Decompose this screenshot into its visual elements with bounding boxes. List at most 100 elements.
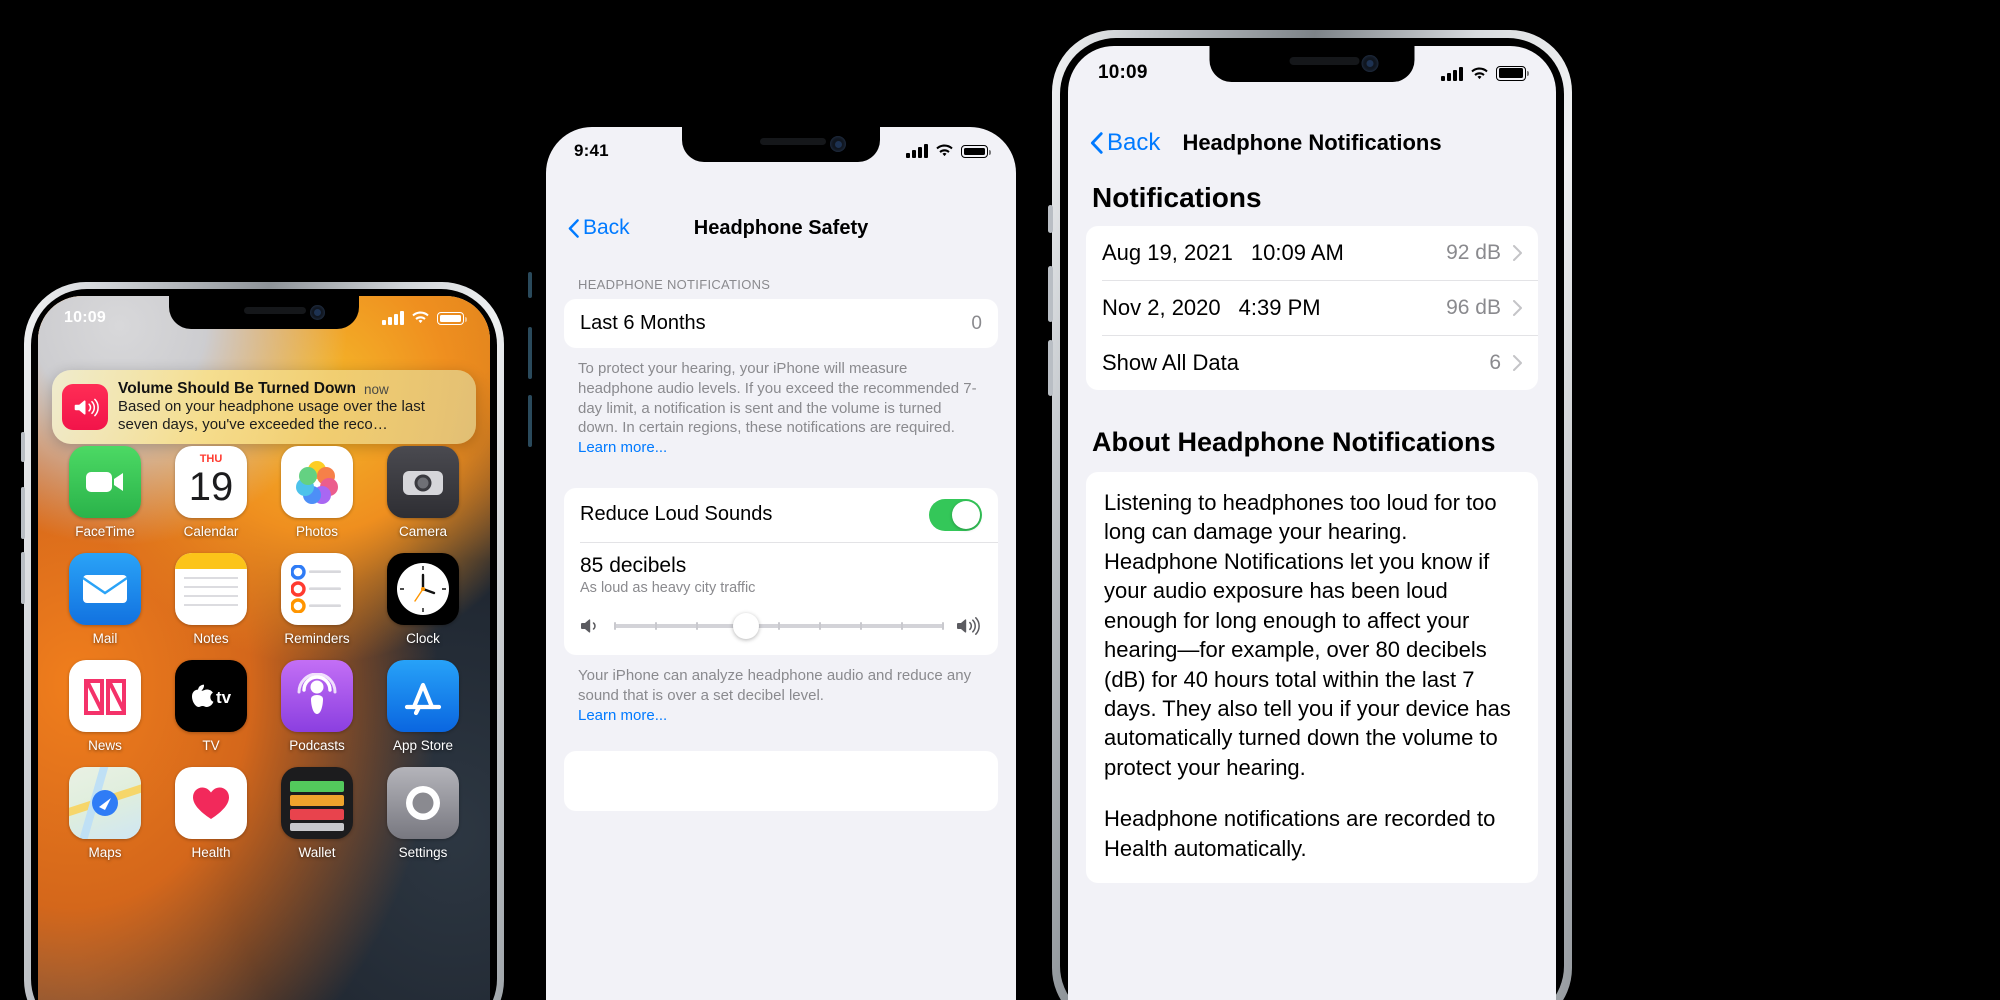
learn-more-link[interactable]: Learn more... bbox=[578, 706, 984, 726]
calendar-icon: THU 19 bbox=[175, 446, 247, 518]
screenshot-stage: 10:09 Volume Should Be Turned Down now B… bbox=[0, 0, 2000, 1000]
app-label: Health bbox=[191, 845, 231, 860]
back-label: Back bbox=[583, 216, 630, 239]
last-6-months-card: Last 6 Months 0 bbox=[564, 299, 998, 348]
volume-up-button[interactable] bbox=[1048, 266, 1053, 322]
notch bbox=[1209, 46, 1415, 82]
clock-icon bbox=[387, 553, 459, 625]
app-grid: FaceTime THU 19 Calendar Photos Camera M… bbox=[52, 446, 476, 860]
back-button[interactable]: Back bbox=[568, 216, 630, 240]
app-label: Podcasts bbox=[289, 738, 345, 753]
cellular-bars-icon bbox=[906, 144, 928, 158]
volume-slider[interactable] bbox=[614, 612, 944, 639]
app-reminders[interactable]: Reminders bbox=[264, 553, 370, 646]
battery-icon bbox=[961, 145, 991, 158]
status-icons bbox=[906, 144, 991, 158]
app-notes[interactable]: Notes bbox=[158, 553, 264, 646]
row-date: Nov 2, 2020 bbox=[1102, 295, 1221, 320]
volume-down-button[interactable] bbox=[528, 395, 532, 447]
app-camera[interactable]: Camera bbox=[370, 446, 476, 539]
mail-icon bbox=[69, 553, 141, 625]
reduce-loud-sounds-row[interactable]: Reduce Loud Sounds bbox=[564, 488, 998, 542]
app-tv[interactable]: tv TV bbox=[158, 660, 264, 753]
front-camera-icon bbox=[310, 305, 325, 320]
app-wallet[interactable]: Wallet bbox=[264, 767, 370, 860]
speaker-low-icon bbox=[581, 619, 596, 633]
earpiece-speaker bbox=[1289, 57, 1360, 65]
notification-banner[interactable]: Volume Should Be Turned Down now Based o… bbox=[52, 370, 476, 444]
volume-down-button[interactable] bbox=[1048, 340, 1053, 396]
camera-lens bbox=[834, 140, 842, 148]
reduce-loud-sounds-toggle[interactable] bbox=[929, 498, 982, 531]
cellular-bars-icon bbox=[1441, 66, 1463, 81]
show-all-data-row[interactable]: Show All Data 6 bbox=[1086, 336, 1538, 390]
camera-lens bbox=[1366, 60, 1374, 67]
app-news[interactable]: News bbox=[52, 660, 158, 753]
volume-up-button[interactable] bbox=[21, 487, 25, 539]
back-button[interactable]: Back bbox=[1090, 129, 1160, 157]
mute-switch[interactable] bbox=[1048, 205, 1053, 233]
notes-icon bbox=[175, 553, 247, 625]
middle-nav-bar: Back Headphone Safety bbox=[546, 205, 1016, 251]
mute-switch[interactable] bbox=[528, 272, 532, 298]
about-paragraph-1: Listening to headphones too loud for too… bbox=[1104, 489, 1511, 780]
learn-more-link[interactable]: Learn more... bbox=[578, 439, 667, 456]
decibel-block: 85 decibels As loud as heavy city traffi… bbox=[564, 543, 998, 655]
app-clock[interactable]: Clock bbox=[370, 553, 476, 646]
middle-iphone: 9:41 Back Headphone Safety HEADPHONE NOT bbox=[528, 112, 1031, 1000]
notch bbox=[682, 127, 880, 162]
reduce-loud-sounds-footnote: Your iPhone can analyze headphone audio … bbox=[578, 666, 984, 725]
earpiece-speaker bbox=[759, 138, 826, 145]
wifi-icon bbox=[411, 311, 430, 325]
app-label: Reminders bbox=[284, 631, 350, 646]
front-camera-icon bbox=[830, 136, 846, 152]
app-appstore[interactable]: App Store bbox=[370, 660, 476, 753]
table-row[interactable]: Aug 19, 2021 10:09 AM 92 dB bbox=[1086, 226, 1538, 280]
last-6-months-row[interactable]: Last 6 Months 0 bbox=[564, 299, 998, 348]
app-calendar[interactable]: THU 19 Calendar bbox=[158, 446, 264, 539]
right-nav-bar: Back Headphone Notifications bbox=[1068, 118, 1556, 168]
notch bbox=[169, 296, 359, 329]
next-card-partial[interactable] bbox=[564, 751, 998, 812]
notifications-heading: Notifications bbox=[1092, 182, 1262, 213]
decibel-caption: As loud as heavy city traffic bbox=[580, 579, 756, 596]
app-facetime[interactable]: FaceTime bbox=[52, 446, 158, 539]
notification-title: Volume Should Be Turned Down bbox=[118, 379, 356, 397]
wifi-icon bbox=[935, 144, 954, 158]
app-mail[interactable]: Mail bbox=[52, 553, 158, 646]
volume-up-button[interactable] bbox=[528, 327, 532, 379]
app-label: Notes bbox=[193, 631, 229, 646]
cellular-bars-icon bbox=[382, 311, 404, 325]
chevron-right-icon bbox=[1513, 355, 1522, 371]
app-podcasts[interactable]: Podcasts bbox=[264, 660, 370, 753]
app-label: Maps bbox=[88, 845, 122, 860]
right-content: Notifications Aug 19, 2021 10:09 AM 92 d… bbox=[1068, 182, 1556, 884]
settings-gear-icon bbox=[387, 767, 459, 839]
slider-knob[interactable] bbox=[733, 612, 759, 639]
volume-slider-wrap[interactable] bbox=[580, 612, 982, 639]
app-health[interactable]: Health bbox=[158, 767, 264, 860]
decibel-value: 85 decibels bbox=[580, 553, 687, 577]
table-row[interactable]: Nov 2, 2020 4:39 PM 96 dB bbox=[1086, 281, 1538, 335]
volume-down-button[interactable] bbox=[21, 552, 25, 604]
left-iphone: 10:09 Volume Should Be Turned Down now B… bbox=[21, 282, 504, 1000]
volume-speaker-icon bbox=[62, 384, 108, 430]
middle-phone-screen: 9:41 Back Headphone Safety HEADPHONE NOT bbox=[546, 127, 1016, 1000]
left-phone-screen: 10:09 Volume Should Be Turned Down now B… bbox=[38, 296, 490, 1000]
front-camera-icon bbox=[1361, 55, 1379, 72]
mute-switch[interactable] bbox=[21, 432, 25, 462]
row-time: 4:39 PM bbox=[1238, 295, 1321, 320]
app-settings[interactable]: Settings bbox=[370, 767, 476, 860]
earpiece-speaker bbox=[244, 307, 307, 314]
app-photos[interactable]: Photos bbox=[264, 446, 370, 539]
battery-icon bbox=[1496, 65, 1529, 81]
back-label: Back bbox=[1107, 129, 1161, 156]
status-time: 10:09 bbox=[64, 309, 106, 326]
reduce-loud-sounds-card: Reduce Loud Sounds 85 decibels As loud a… bbox=[564, 487, 998, 655]
app-label: Clock bbox=[406, 631, 440, 646]
footnote-text: To protect your hearing, your iPhone wil… bbox=[578, 360, 977, 437]
notification-text: Volume Should Be Turned Down now Based o… bbox=[118, 380, 465, 434]
app-label: Wallet bbox=[298, 845, 336, 860]
chevron-left-icon bbox=[568, 218, 579, 238]
app-maps[interactable]: Maps bbox=[52, 767, 158, 860]
